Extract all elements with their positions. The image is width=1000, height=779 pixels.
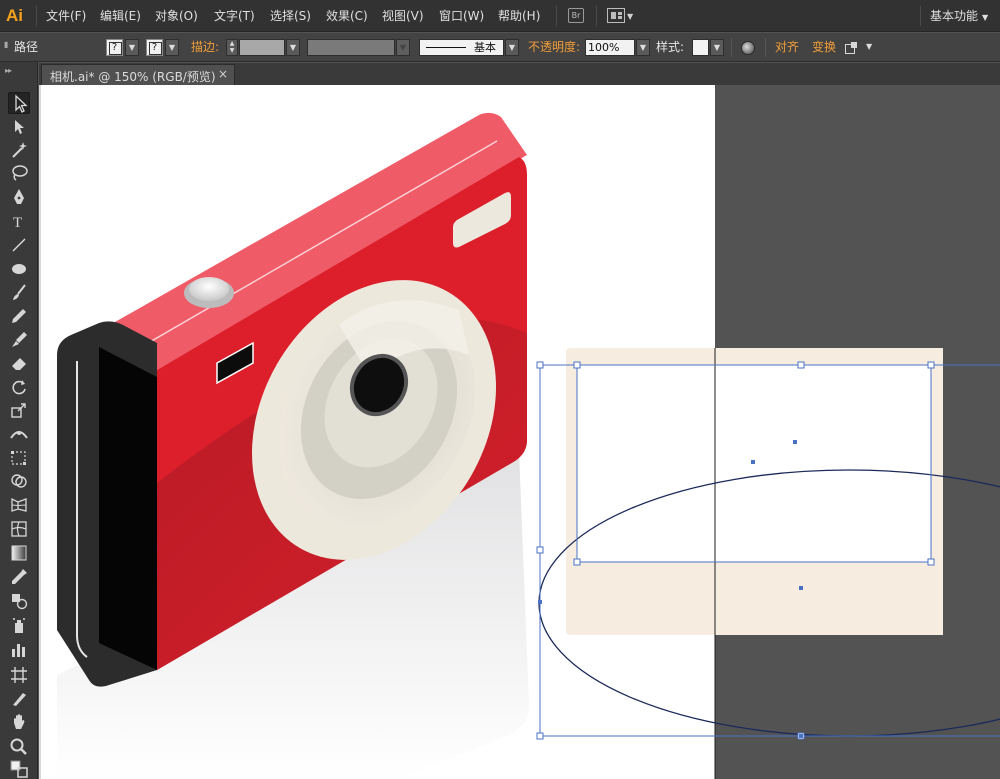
eyedropper-tool-icon[interactable] xyxy=(8,566,30,588)
symbol-sprayer-tool-icon[interactable] xyxy=(8,615,30,637)
fill-placeholder: ? xyxy=(111,42,118,53)
document-tab-bar: 相机.ai* @ 150% (RGB/预览) × xyxy=(39,63,1000,85)
toolbar-collapse-icon[interactable]: ▸▸ xyxy=(5,66,12,75)
chevron-down-icon[interactable]: ▼ xyxy=(636,39,650,56)
type-tool-icon[interactable]: T xyxy=(8,210,30,232)
artboard-tool-icon[interactable] xyxy=(8,664,30,686)
chevron-down-icon[interactable]: ▼ xyxy=(165,39,179,56)
arrange-documents-button[interactable]: ▼ xyxy=(607,8,635,24)
zoom-tool-icon[interactable] xyxy=(8,736,30,758)
bridge-label: Br xyxy=(571,11,581,20)
blend-tool-icon[interactable] xyxy=(8,590,30,612)
transform-panel-link[interactable]: 变换 xyxy=(812,40,836,55)
camera-side-edge xyxy=(99,347,157,670)
rotate-tool-icon[interactable] xyxy=(8,376,30,398)
line-segment-tool-icon[interactable] xyxy=(8,234,30,256)
recolor-artwork-icon[interactable] xyxy=(741,41,755,55)
control-separator xyxy=(731,38,732,57)
control-bar: ▮ 路径 ? ▼ ? ▼ 描边: ▲ ▼ ▼ ▼ 基本 ▼ 不透明度: 100% … xyxy=(0,33,1000,62)
bridge-button[interactable]: Br xyxy=(568,8,584,23)
hand-tool-icon[interactable] xyxy=(8,712,30,734)
stroke-weight-input[interactable] xyxy=(239,39,285,56)
column-graph-tool-icon[interactable] xyxy=(8,639,30,661)
mesh-tool-icon[interactable] xyxy=(8,518,30,540)
eraser-tool-icon[interactable] xyxy=(8,352,30,374)
stroke-label-link[interactable]: 描边: xyxy=(191,40,219,55)
stroke-weight-stepper[interactable]: ▲ ▼ xyxy=(226,39,238,56)
menu-help[interactable]: 帮助(H) xyxy=(498,8,540,24)
style-label: 样式: xyxy=(656,40,685,54)
chevron-down-icon[interactable]: ▼ xyxy=(866,42,872,51)
document-tab[interactable]: 相机.ai* @ 150% (RGB/预览) × xyxy=(41,64,235,85)
menu-effect[interactable]: 效果(C) xyxy=(326,8,368,24)
pencil-tool-icon[interactable] xyxy=(8,305,30,327)
arrange-documents-icon xyxy=(607,8,625,23)
width-tool-icon[interactable] xyxy=(8,423,30,445)
fill-color-picker[interactable]: ? ▼ xyxy=(106,39,139,56)
align-panel-link[interactable]: 对齐 xyxy=(775,40,799,55)
control-bar-grip[interactable]: ▮ xyxy=(4,37,8,52)
stroke-placeholder: ? xyxy=(151,42,158,53)
pen-tool-icon[interactable] xyxy=(8,186,30,208)
perspective-grid-tool-icon[interactable] xyxy=(8,494,30,516)
variable-width-profile-select[interactable] xyxy=(307,39,395,56)
menu-view[interactable]: 视图(V) xyxy=(382,8,424,24)
chevron-down-icon: ▼ xyxy=(982,13,989,22)
tools-panel: ▸▸ T xyxy=(0,62,38,779)
fill-swatch[interactable]: ? xyxy=(106,39,123,56)
brush-stroke-preview xyxy=(426,47,466,48)
chevron-down-icon[interactable]: ▼ xyxy=(505,39,519,56)
ellipse-tool-icon[interactable] xyxy=(8,258,30,280)
paintbrush-tool-icon[interactable] xyxy=(8,282,30,304)
lasso-tool-icon[interactable] xyxy=(8,162,30,184)
shape-builder-tool-icon[interactable] xyxy=(8,470,30,492)
menu-separator xyxy=(556,6,557,26)
app-logo-icon: Ai xyxy=(6,6,23,25)
menu-file[interactable]: 文件(F) xyxy=(46,8,86,24)
workspace-label: 基本功能 xyxy=(930,9,979,23)
magic-wand-tool-icon[interactable] xyxy=(8,139,30,161)
isolate-group-icon[interactable] xyxy=(845,42,859,54)
chevron-down-icon[interactable]: ▼ xyxy=(286,39,300,56)
menu-object[interactable]: 对象(O) xyxy=(155,8,198,24)
chevron-down-icon: ▼ xyxy=(627,12,634,21)
menu-edit[interactable]: 编辑(E) xyxy=(100,8,141,24)
blob-brush-tool-icon[interactable] xyxy=(8,329,30,351)
opacity-label-link[interactable]: 不透明度: xyxy=(528,40,580,55)
menu-type[interactable]: 文字(T) xyxy=(214,8,255,24)
scale-tool-icon[interactable] xyxy=(8,399,30,421)
object-type-label: 路径 xyxy=(14,40,39,54)
slice-tool-icon[interactable] xyxy=(8,688,30,710)
gradient-tool-icon[interactable] xyxy=(8,542,30,564)
close-icon[interactable]: × xyxy=(218,67,228,81)
workspace-switcher[interactable]: 基本功能 ▼ xyxy=(930,7,988,24)
menu-select[interactable]: 选择(S) xyxy=(270,8,311,24)
free-transform-tool-icon[interactable] xyxy=(8,447,30,469)
stroke-color-picker[interactable]: ? ▼ xyxy=(146,39,179,56)
menu-window[interactable]: 窗口(W) xyxy=(439,8,484,24)
chevron-down-icon[interactable]: ▼ xyxy=(396,39,410,56)
stroke-swatch[interactable]: ? xyxy=(146,39,163,56)
graphic-style-swatch[interactable] xyxy=(692,39,709,56)
fill-stroke-swap-icon[interactable] xyxy=(8,758,30,778)
shutter-button-top xyxy=(189,277,229,301)
brush-label: 基本 xyxy=(474,41,496,54)
canvas[interactable] xyxy=(39,85,1000,779)
chevron-down-icon[interactable]: ▼ xyxy=(710,39,724,56)
svg-text:T: T xyxy=(13,215,22,231)
menu-separator xyxy=(920,6,921,26)
chevron-down-icon[interactable]: ▼ xyxy=(125,39,139,56)
document-tab-label: 相机.ai* @ 150% (RGB/预览) xyxy=(50,70,216,84)
brush-definition-select[interactable]: 基本 xyxy=(419,39,504,56)
menu-separator xyxy=(596,6,597,26)
artwork[interactable] xyxy=(39,85,1000,779)
control-separator xyxy=(765,38,766,57)
selection-tool-icon[interactable] xyxy=(8,92,30,114)
direct-selection-tool-icon[interactable] xyxy=(8,116,30,138)
menu-bar: Ai 文件(F) 编辑(E) 对象(O) 文字(T) 选择(S) 效果(C) 视… xyxy=(0,0,1000,32)
menu-separator xyxy=(36,6,37,26)
opacity-input[interactable]: 100% xyxy=(585,39,635,56)
